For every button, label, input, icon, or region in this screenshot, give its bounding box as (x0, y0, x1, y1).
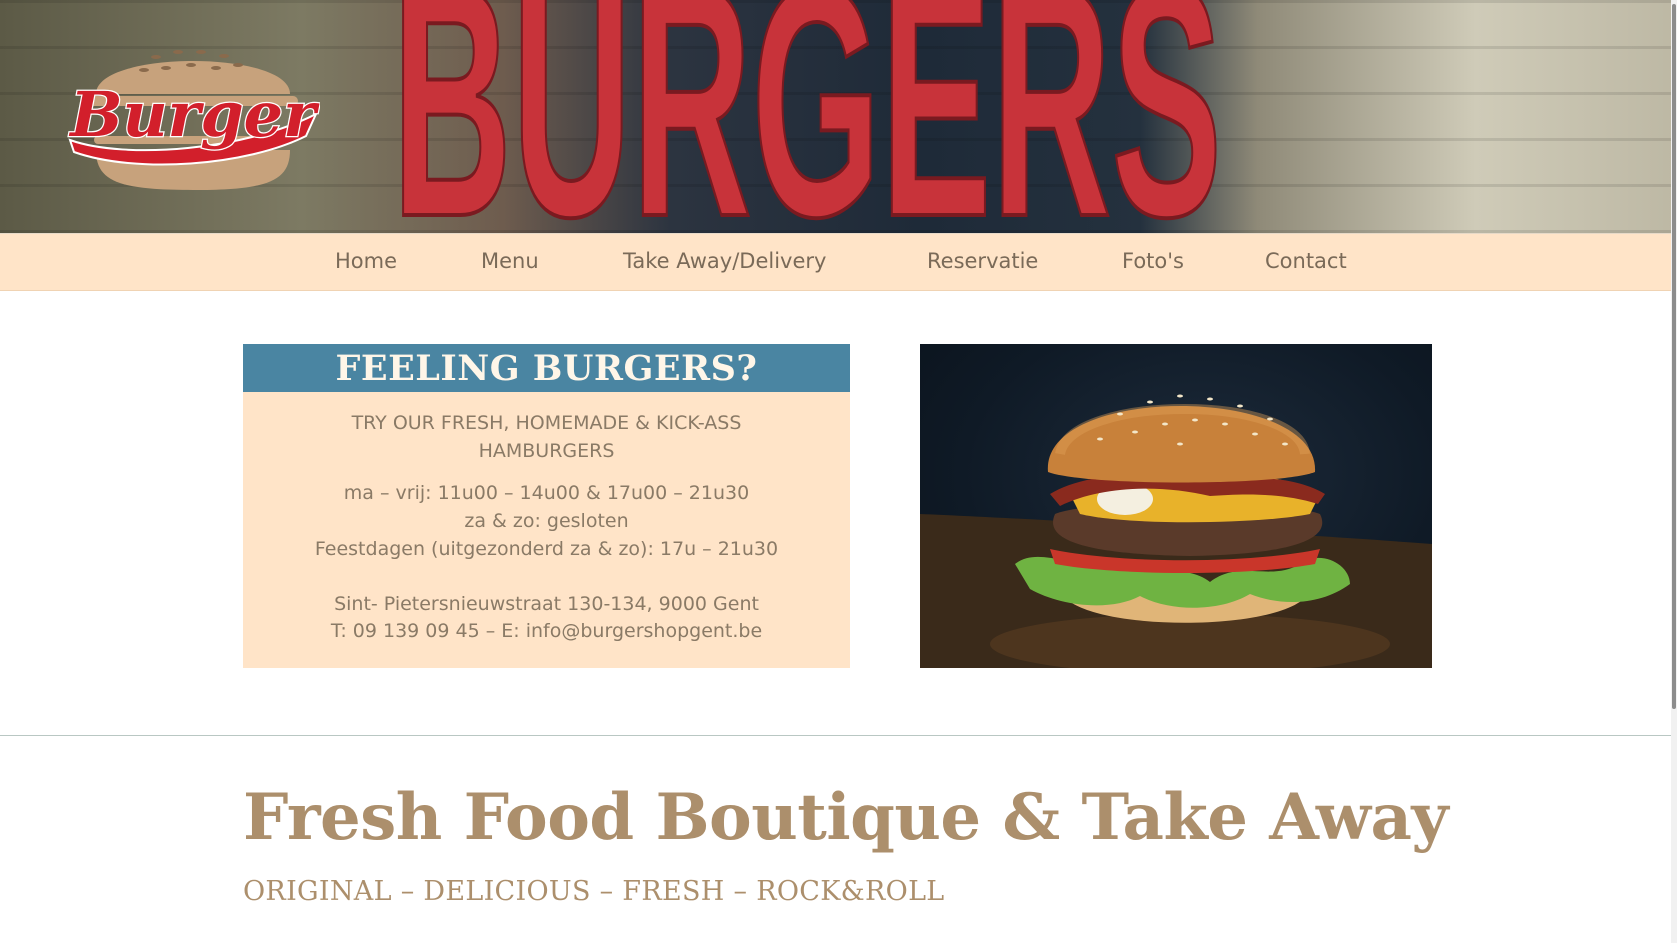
nav-item-fotos[interactable]: Foto's (1122, 249, 1184, 273)
opening-hours: ma – vrij: 11u00 – 14u00 & 17u00 – 21u30… (243, 479, 850, 563)
page-subtitle: ORIGINAL – DELICIOUS – FRESH – ROCK&ROLL (243, 876, 945, 907)
sign-text: BURGERS (392, 0, 1222, 234)
info-box: FEELING BURGERS? TRY OUR FRESH, HOMEMADE… (243, 344, 850, 668)
nav-item-reservatie[interactable]: Reservatie (927, 249, 1038, 273)
nav-item-home[interactable]: Home (335, 249, 397, 273)
scrollbar-thumb[interactable] (1672, 4, 1676, 709)
nav-item-contact[interactable]: Contact (1265, 249, 1347, 273)
address-block: Sint- Pietersnieuwstraat 130-134, 9000 G… (243, 591, 850, 645)
burger-logo[interactable]: Burger (66, 32, 320, 202)
nav-item-take-away-delivery[interactable]: Take Away/Delivery (623, 249, 826, 273)
nav-item-menu[interactable]: Menu (481, 249, 539, 273)
address-line: Sint- Pietersnieuwstraat 130-134, 9000 G… (334, 593, 759, 615)
hours-line: za & zo: gesloten (464, 510, 629, 532)
hours-line: Feestdagen (uitgezonderd za & zo): 17u –… (314, 538, 779, 560)
page-title: Fresh Food Boutique & Take Away (243, 780, 1449, 855)
burger-photo (920, 344, 1432, 668)
info-heading: FEELING BURGERS? (243, 344, 850, 392)
logo-wordmark: Burger (68, 78, 320, 151)
section-divider (0, 735, 1677, 736)
burger-illustration (920, 394, 1432, 668)
hero-banner: BURGERS Burger (0, 0, 1677, 234)
burgers-sign-graphic: BURGERS (392, 0, 1222, 234)
info-tagline: TRY OUR FRESH, HOMEMADE & KICK-ASS HAMBU… (351, 412, 742, 462)
hours-line: ma – vrij: 11u00 – 14u00 & 17u00 – 21u30 (343, 482, 750, 504)
main-navigation: Home Menu Take Away/Delivery Reservatie … (0, 234, 1677, 291)
contact-line[interactable]: T: 09 139 09 45 – E: info@burgershopgent… (243, 618, 850, 645)
scrollbar[interactable] (1671, 0, 1677, 943)
